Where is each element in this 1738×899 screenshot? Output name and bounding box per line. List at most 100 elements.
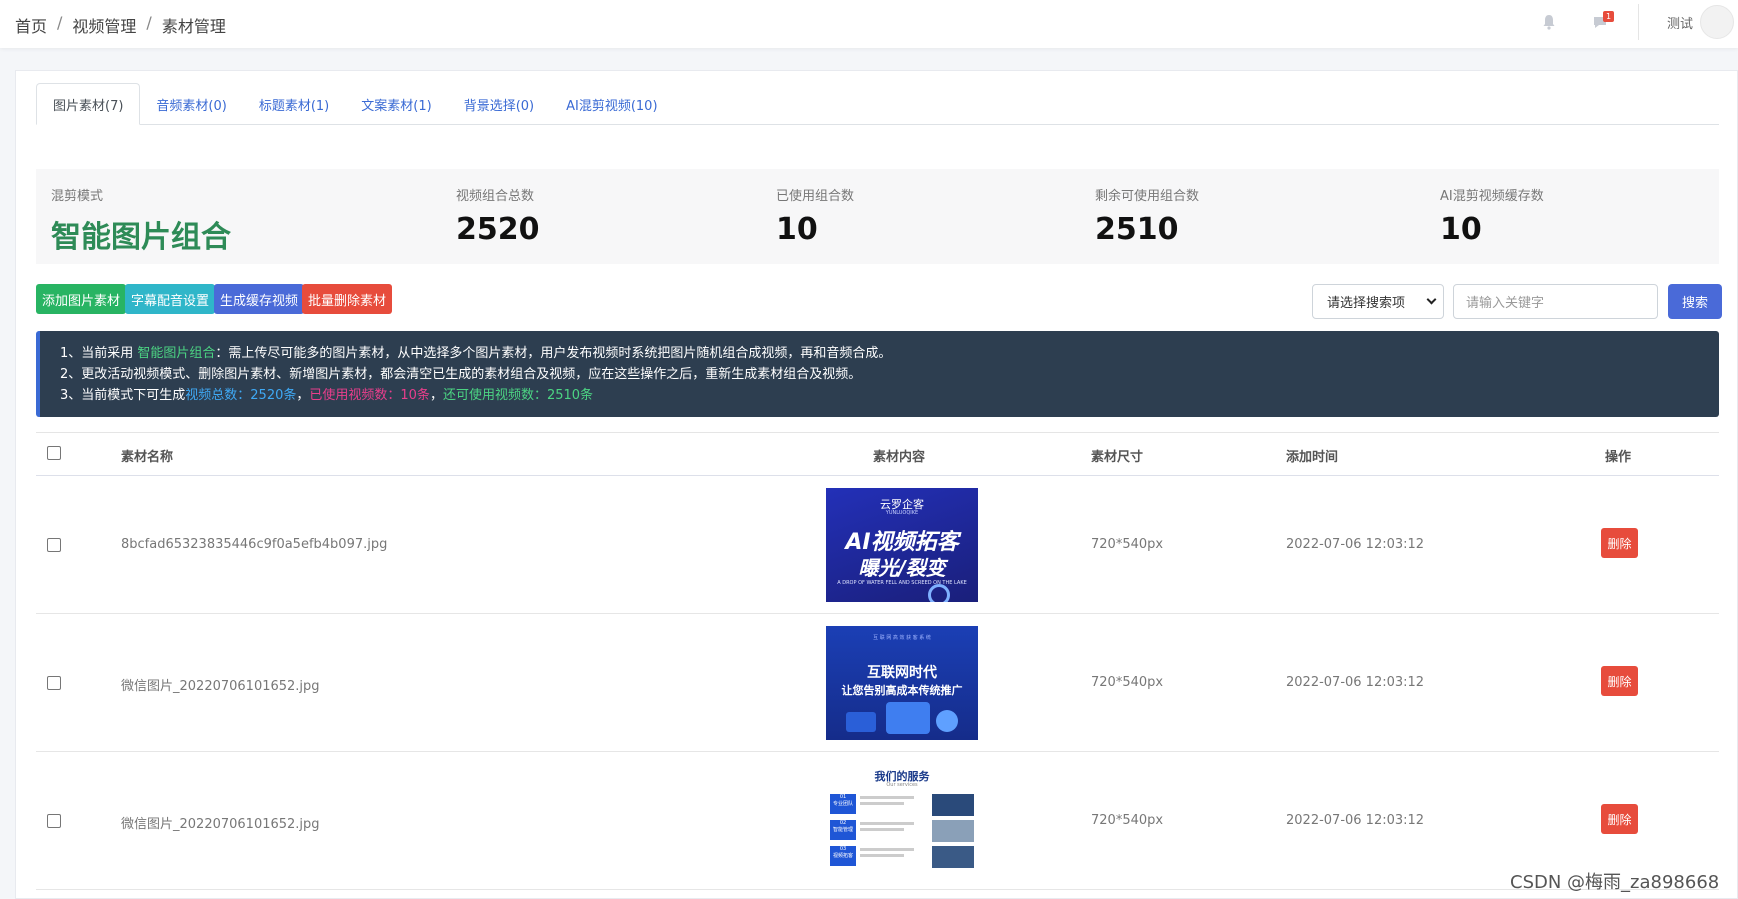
search-button[interactable]: 搜索 xyxy=(1668,284,1722,319)
thumb-service-badge: 03 视频拓客 xyxy=(830,846,856,866)
header-name: 素材名称 xyxy=(121,450,174,465)
table-row: 微信图片_20220706101652.jpg 互 联 网 高 效 获 客 系 … xyxy=(36,614,1719,752)
breadcrumb-separator: / xyxy=(57,13,63,32)
row-checkbox[interactable] xyxy=(47,676,61,690)
stat-total: 视频组合总数 2520 xyxy=(456,185,540,247)
delete-button[interactable]: 删除 xyxy=(1601,528,1638,558)
delete-button[interactable]: 删除 xyxy=(1601,666,1638,696)
thumb-text-line xyxy=(860,796,914,799)
material-size: 720*540px xyxy=(1091,675,1164,690)
stat-label: 已使用组合数 xyxy=(776,189,855,204)
thumb-service-name: 智能管理 xyxy=(832,827,853,833)
notice-line-2: 2、更改活动视频模式、删除图片素材、新增图片素材，都会清空已生成的素材组合及视频… xyxy=(60,367,862,382)
header-size: 素材尺寸 xyxy=(1091,450,1144,465)
stat-label: 视频组合总数 xyxy=(456,189,535,204)
material-name: 微信图片_20220706101652.jpg xyxy=(121,817,320,832)
stat-label: AI混剪视频缓存数 xyxy=(1440,189,1544,204)
thumb-text-line xyxy=(860,848,914,851)
thumb-illustration xyxy=(886,702,930,734)
csdn-watermark: CSDN @梅雨_za898668 xyxy=(1510,872,1720,893)
message-badge: 1 xyxy=(1603,11,1614,22)
thumb-circle-decoration xyxy=(928,584,950,602)
breadcrumb-home[interactable]: 首页 xyxy=(15,13,47,37)
material-time: 2022-07-06 12:03:12 xyxy=(1286,537,1425,552)
material-name: 微信图片_20220706101652.jpg xyxy=(121,679,320,694)
material-name: 8bcfad65323835446c9f0a5efb4b097.jpg xyxy=(121,537,388,552)
notice-highlight-used: 已使用视频数：10条 xyxy=(309,388,430,403)
thumb-subtitle: 让您告别高成本传统推广 xyxy=(841,684,963,697)
search-select-value: 请选择搜索项 xyxy=(1327,296,1406,311)
thumb-photo xyxy=(932,820,974,842)
main-card: 图片素材(7) 音频素材(0) 标题素材(1) 文案素材(1) 背景选择(0) … xyxy=(15,70,1738,899)
stat-value: 10 xyxy=(1440,212,1482,247)
notice-line-1: 1、当前采用 智能图片组合：需上传尽可能多的图片素材，从中选择多个图片素材，用户… xyxy=(60,343,1719,364)
top-bar: 首页 / 视频管理 / 素材管理 1 测试 xyxy=(0,0,1738,48)
breadcrumb-video-management[interactable]: 视频管理 xyxy=(72,13,136,37)
thumb-illustration xyxy=(846,712,876,732)
notice-highlight-total: 视频总数：2520条 xyxy=(185,388,297,403)
notice-highlight-remaining: 还可使用视频数：2510条 xyxy=(442,388,594,403)
thumb-brand-en: YUNLUOQIKE xyxy=(885,510,919,516)
notice-panel: 1、当前采用 智能图片组合：需上传尽可能多的图片素材，从中选择多个图片素材，用户… xyxy=(36,331,1719,417)
material-size: 720*540px xyxy=(1091,537,1164,552)
breadcrumb-separator: / xyxy=(146,13,152,32)
row-checkbox[interactable] xyxy=(47,814,61,828)
notice-text: 3、当前模式下可生成 xyxy=(60,388,186,403)
stats-panel: 混剪模式 智能图片组合 视频组合总数 2520 已使用组合数 10 剩余可使用组… xyxy=(36,169,1719,264)
material-tabs: 图片素材(7) 音频素材(0) 标题素材(1) 文案素材(1) 背景选择(0) … xyxy=(36,83,1719,125)
tab-ai-video[interactable]: AI混剪视频(10) xyxy=(550,83,673,125)
table-row: 微信图片_20220706101652.jpg 我们的服务 Our servic… xyxy=(36,752,1719,890)
add-image-button[interactable]: 添加图片素材 xyxy=(36,284,127,314)
tab-background[interactable]: 背景选择(0) xyxy=(448,83,550,125)
materials-table: 素材名称 素材内容 素材尺寸 添加时间 操作 8bcfad65323835446… xyxy=(36,432,1719,890)
thumb-photo xyxy=(932,794,974,816)
username[interactable]: 测试 xyxy=(1667,13,1693,32)
notice-text: ：需上传尽可能多的图片素材，从中选择多个图片素材，用户发布视频时系统把图片随机组… xyxy=(215,346,892,361)
stat-mode: 混剪模式 智能图片组合 xyxy=(51,185,231,256)
stat-value: 2510 xyxy=(1095,212,1179,247)
thumb-service-name: 专业团队 xyxy=(832,801,853,807)
thumb-title: 互联网时代 xyxy=(867,665,937,681)
notice-highlight-mode: 智能图片组合 xyxy=(137,346,216,361)
notice-text: 1、当前采用 xyxy=(60,346,138,361)
table-header: 素材名称 素材内容 素材尺寸 添加时间 操作 xyxy=(36,432,1719,476)
subtitle-audio-settings-button[interactable]: 字幕配音设置 xyxy=(125,284,216,314)
breadcrumb-material-management: 素材管理 xyxy=(161,17,226,36)
search-input[interactable]: 请输入关键字 xyxy=(1453,284,1658,319)
stat-label: 剩余可使用组合数 xyxy=(1095,189,1200,204)
header-time: 添加时间 xyxy=(1286,450,1339,465)
stat-value: 智能图片组合 xyxy=(51,220,231,255)
material-time: 2022-07-06 12:03:12 xyxy=(1286,675,1425,690)
tab-audio-material[interactable]: 音频素材(0) xyxy=(140,83,242,125)
header-content: 素材内容 xyxy=(873,450,926,465)
stat-value: 10 xyxy=(776,212,818,247)
tab-image-material[interactable]: 图片素材(7) xyxy=(36,83,141,125)
material-thumbnail[interactable]: 云罗企客 YUNLUOQIKE AI视频拓客 曝光/裂变 A DROP OF W… xyxy=(826,488,978,602)
material-time: 2022-07-06 12:03:12 xyxy=(1286,813,1425,828)
select-all-checkbox[interactable] xyxy=(47,446,61,460)
delete-button[interactable]: 删除 xyxy=(1601,804,1638,834)
tab-copy-material[interactable]: 文案素材(1) xyxy=(345,83,447,125)
thumb-text-line xyxy=(860,854,904,857)
breadcrumb: 首页 / 视频管理 / 素材管理 xyxy=(15,13,226,37)
stat-value: 2520 xyxy=(456,212,540,247)
search-field-select[interactable]: 请选择搜索项 xyxy=(1312,284,1444,319)
chevron-down-icon xyxy=(1426,294,1437,305)
material-thumbnail[interactable]: 互 联 网 高 效 获 客 系 统 互联网时代 让您告别高成本传统推广 xyxy=(826,626,978,740)
thumb-subtitle: Our services xyxy=(886,782,918,788)
thumb-text-line xyxy=(860,802,904,805)
bell-icon[interactable] xyxy=(1542,14,1556,30)
batch-delete-button[interactable]: 批量删除素材 xyxy=(302,284,393,314)
thumb-photo xyxy=(932,846,974,868)
thumb-illustration xyxy=(936,710,958,732)
table-row: 8bcfad65323835446c9f0a5efb4b097.jpg 云罗企客… xyxy=(36,476,1719,614)
stat-label: 混剪模式 xyxy=(51,189,104,204)
generate-cache-video-button[interactable]: 生成缓存视频 xyxy=(214,284,305,314)
avatar[interactable] xyxy=(1700,5,1734,39)
row-checkbox[interactable] xyxy=(47,538,61,552)
thumb-text-line xyxy=(860,822,914,825)
header-divider xyxy=(1638,4,1639,40)
tab-title-material[interactable]: 标题素材(1) xyxy=(243,83,345,125)
notice-text: ， xyxy=(296,388,310,403)
material-thumbnail[interactable]: 我们的服务 Our services 01 专业团队 02 智能管理 03 视频拓客 xyxy=(826,764,978,878)
